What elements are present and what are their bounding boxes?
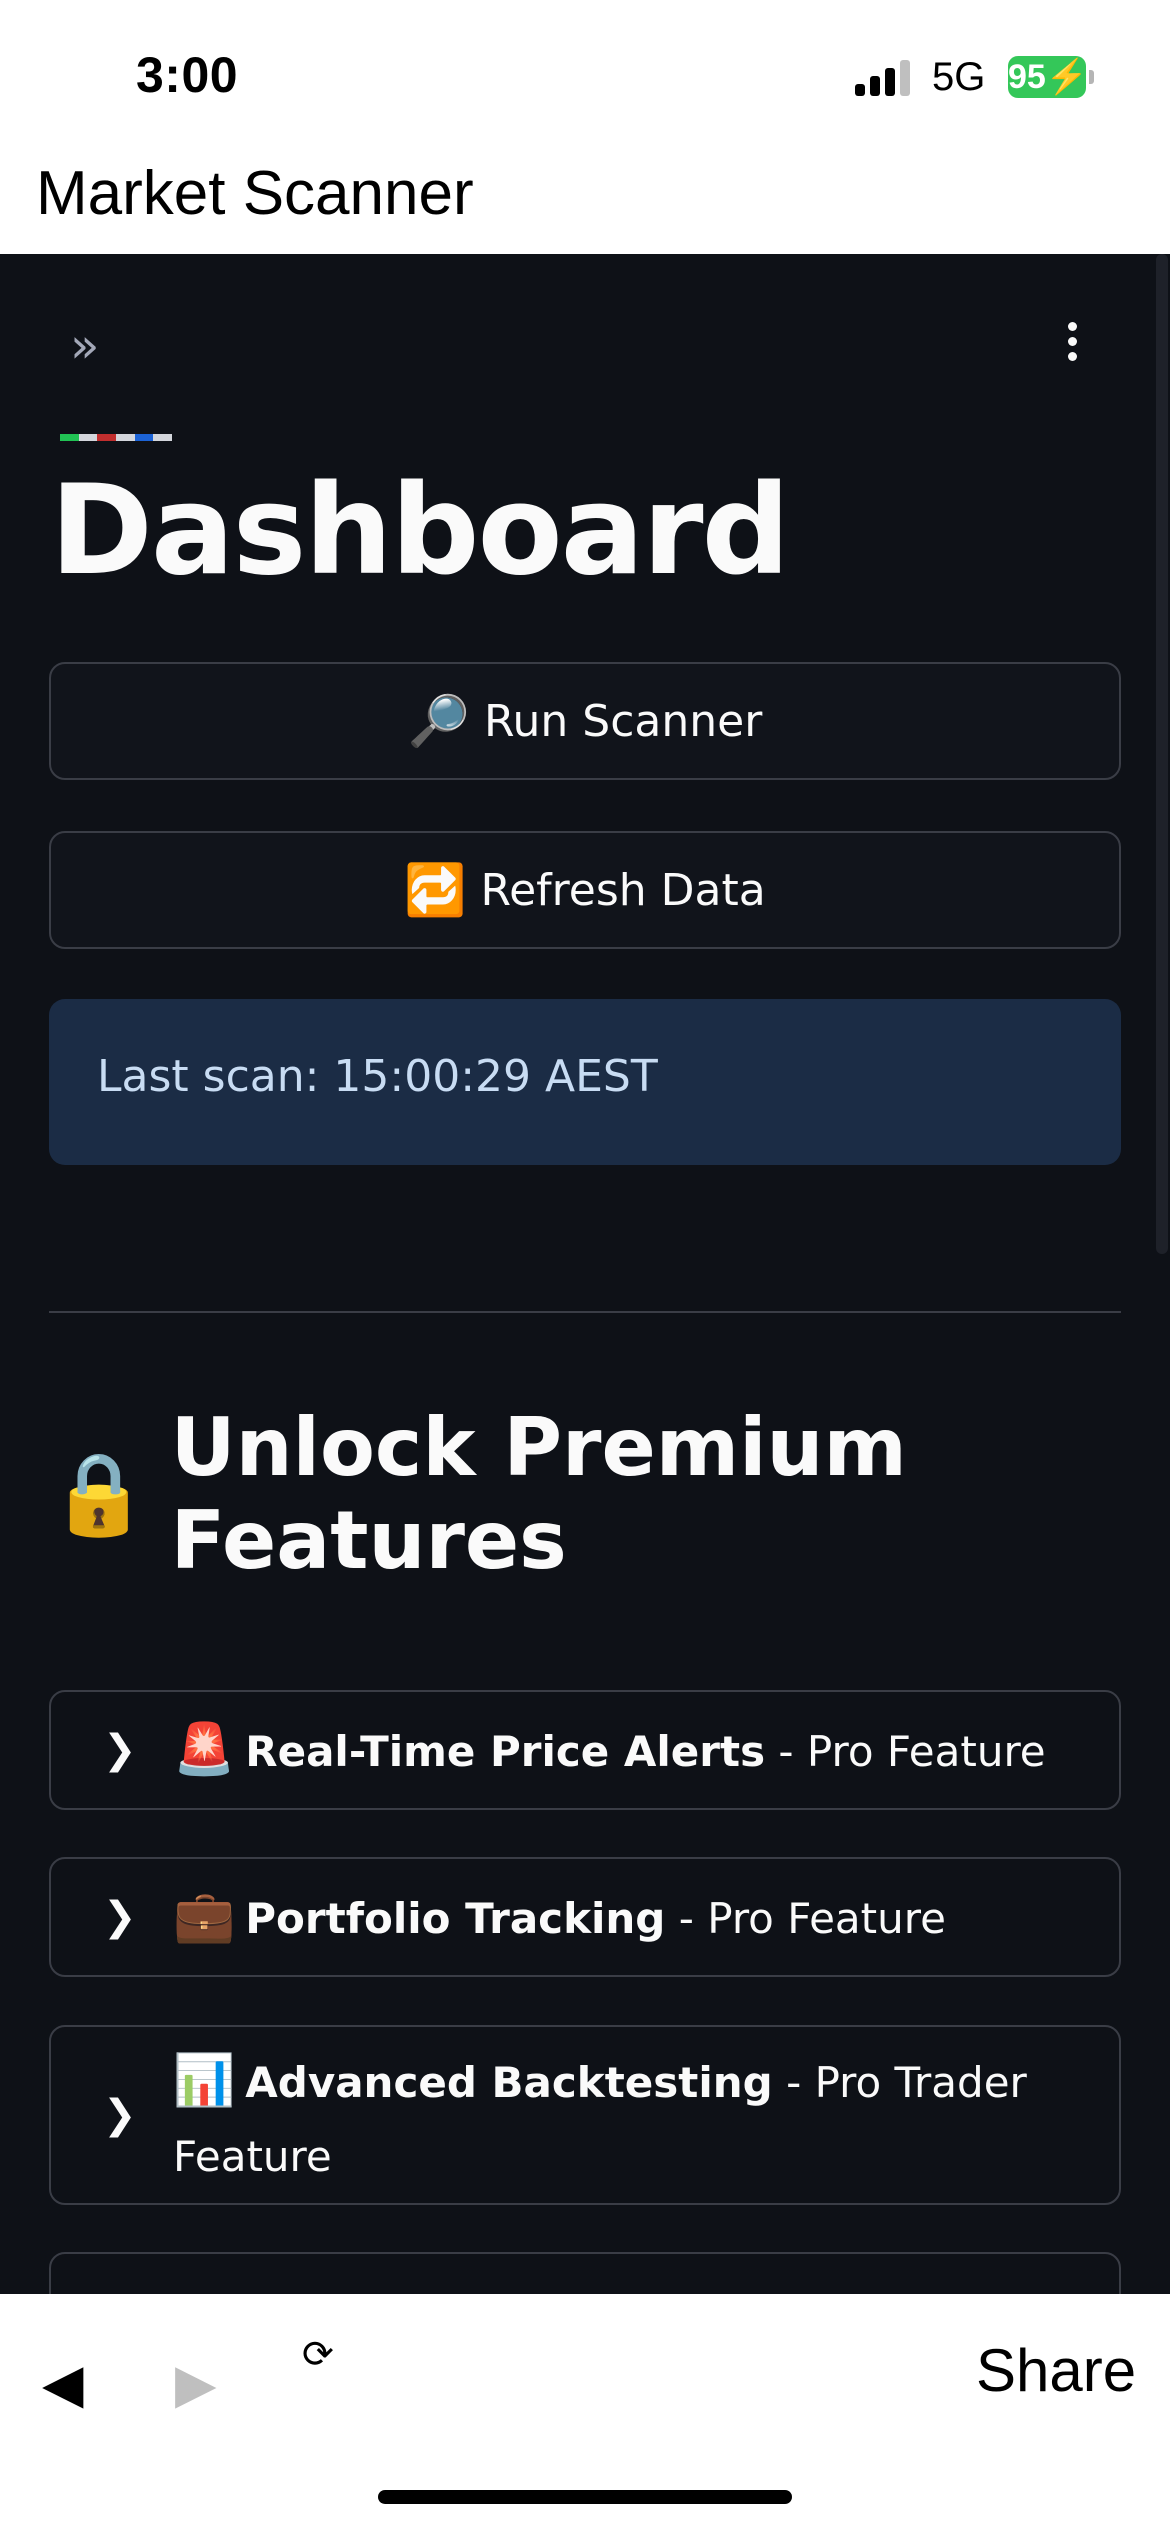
expander-label: 💼 Portfolio Tracking - Pro Feature (173, 1879, 1079, 1956)
scrollbar[interactable] (1156, 254, 1168, 1254)
expander-portfolio-tracking[interactable]: ❯ 💼 Portfolio Tracking - Pro Feature (49, 1857, 1121, 1977)
repeat-icon: 🔁 (404, 860, 467, 919)
premium-title: Unlock Premium Features (170, 1401, 907, 1587)
dashboard-heading: Dashboard (50, 459, 790, 603)
signal-strength-icon (855, 60, 915, 96)
status-bar: 3:00 5G 95⚡ (0, 0, 1170, 150)
expander-suffix: - Pro Feature (765, 1727, 1046, 1776)
refresh-data-label: Refresh Data (480, 864, 766, 916)
briefcase-icon: 💼 (173, 1887, 236, 1945)
divider (49, 1311, 1121, 1313)
kebab-menu-icon[interactable] (1056, 316, 1088, 376)
expander-label: 📊 Advanced Backtesting - Pro Trader Featu… (173, 2043, 1079, 2194)
last-scan-info: Last scan: 15:00:29 AEST (49, 999, 1121, 1165)
magnifying-glass-icon: 🔎 (407, 691, 470, 750)
battery-level: 95 (1008, 58, 1046, 96)
expander-label: 🚨 Real-Time Price Alerts - Pro Feature (173, 1712, 1079, 1789)
chevron-right-icon: ❯ (103, 1894, 137, 1940)
premium-heading: 🔒 Unlock Premium Features (49, 1401, 1170, 1587)
refresh-data-button[interactable]: 🔁 Refresh Data (49, 831, 1121, 949)
status-time: 3:00 (136, 47, 239, 103)
run-scanner-label: Run Scanner (483, 695, 763, 747)
forward-arrow-icon[interactable]: ▶ (175, 2352, 217, 2415)
expander-partial[interactable] (49, 2252, 1121, 2294)
bar-chart-icon: 📊 (173, 2051, 236, 2109)
expander-advanced-backtesting[interactable]: ❯ 📊 Advanced Backtesting - Pro Trader Fea… (49, 2025, 1121, 2205)
share-button[interactable]: Share (976, 2336, 1136, 2405)
decoration-bar (60, 434, 173, 441)
expander-price-alerts[interactable]: ❯ 🚨 Real-Time Price Alerts - Pro Feature (49, 1690, 1121, 1810)
run-scanner-button[interactable]: 🔎 Run Scanner (49, 662, 1121, 780)
lock-icon: 🔒 (49, 1447, 149, 1540)
browser-header: Market Scanner (0, 150, 1170, 254)
expander-title: Portfolio Tracking (245, 1894, 666, 1943)
back-arrow-icon[interactable]: ◀ (42, 2352, 84, 2415)
reload-icon[interactable]: ⟳ (302, 2332, 334, 2376)
expander-suffix: - Pro Feature (665, 1894, 946, 1943)
chevron-right-icon: ❯ (103, 2092, 137, 2138)
chevron-right-icon: ❯ (103, 1727, 137, 1773)
expander-title: Real-Time Price Alerts (245, 1727, 766, 1776)
app-main: » Dashboard 🔎 Run Scanner 🔁 Refresh Data… (0, 254, 1170, 2294)
browser-toolbar: ◀ ▶ ⟳ Share (0, 2294, 1170, 2532)
home-indicator (378, 2490, 792, 2504)
network-type: 5G (932, 55, 986, 99)
last-scan-text: Last scan: 15:00:29 AEST (97, 1051, 658, 1102)
battery-cap (1089, 70, 1094, 84)
page-title: Market Scanner (36, 159, 474, 228)
battery-icon: 95⚡ (1008, 56, 1089, 98)
sidebar-expand-icon[interactable]: » (70, 320, 122, 372)
siren-icon: 🚨 (173, 1720, 236, 1778)
expander-title: Advanced Backtesting (245, 2058, 773, 2107)
